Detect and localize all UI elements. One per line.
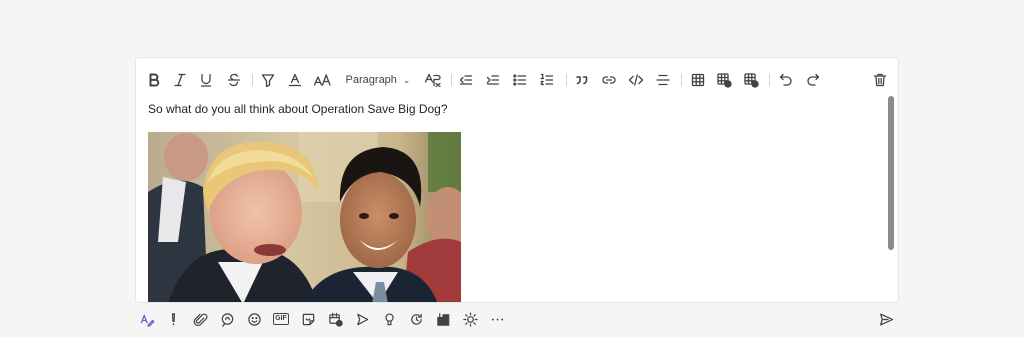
- updates-icon[interactable]: [406, 309, 426, 329]
- toolbar-divider: [252, 74, 253, 86]
- undo-icon[interactable]: [778, 68, 794, 92]
- compose-actions-bar: GIF: [0, 309, 1024, 329]
- numbered-list-icon[interactable]: [539, 68, 555, 92]
- underline-icon[interactable]: [198, 68, 214, 92]
- toolbar-divider: [566, 74, 567, 86]
- attach-icon[interactable]: [190, 309, 210, 329]
- toolbar-divider: [681, 74, 682, 86]
- paragraph-style-label: Paragraph: [345, 74, 397, 86]
- bulleted-list-icon[interactable]: [512, 68, 528, 92]
- italic-icon[interactable]: [172, 68, 188, 92]
- toolbar-divider: [769, 74, 770, 86]
- gif-label: GIF: [273, 313, 289, 325]
- clear-formatting-icon[interactable]: [424, 68, 442, 92]
- loop-icon[interactable]: [217, 309, 237, 329]
- more-options-icon[interactable]: [487, 309, 507, 329]
- sticker-icon[interactable]: [298, 309, 318, 329]
- scrollbar-thumb[interactable]: [888, 96, 894, 250]
- approvals-icon[interactable]: [433, 309, 453, 329]
- decrease-indent-icon[interactable]: [458, 68, 474, 92]
- font-size-icon[interactable]: [313, 68, 331, 92]
- code-snippet-icon[interactable]: [628, 68, 644, 92]
- message-composer[interactable]: Paragraph ⌄ So what do you all think abo…: [135, 57, 899, 303]
- formatting-toolbar: Paragraph ⌄: [136, 68, 898, 92]
- schedule-meeting-icon[interactable]: [325, 309, 345, 329]
- delete-table-icon[interactable]: [743, 68, 759, 92]
- chevron-down-icon: ⌄: [402, 74, 411, 85]
- delete-icon[interactable]: [872, 68, 888, 92]
- attached-photo[interactable]: [148, 132, 461, 302]
- redo-icon[interactable]: [805, 68, 821, 92]
- send-icon[interactable]: [876, 309, 896, 329]
- horizontal-rule-icon[interactable]: [655, 68, 671, 92]
- praise-icon[interactable]: [379, 309, 399, 329]
- quote-icon[interactable]: [574, 68, 590, 92]
- photo-image: [148, 132, 461, 302]
- format-icon[interactable]: [137, 309, 157, 329]
- insert-table-icon[interactable]: [690, 68, 706, 92]
- insert-row-icon[interactable]: [716, 68, 732, 92]
- font-color-icon[interactable]: [287, 68, 303, 92]
- emoji-icon[interactable]: [244, 309, 264, 329]
- stream-icon[interactable]: [352, 309, 372, 329]
- increase-indent-icon[interactable]: [485, 68, 501, 92]
- brightness-icon[interactable]: [460, 309, 480, 329]
- paragraph-style-dropdown[interactable]: Paragraph ⌄: [345, 68, 411, 92]
- strikethrough-icon[interactable]: [226, 68, 242, 92]
- important-icon[interactable]: [163, 309, 183, 329]
- highlight-icon[interactable]: [260, 68, 276, 92]
- gif-icon[interactable]: GIF: [271, 309, 291, 329]
- bold-icon[interactable]: [146, 68, 162, 92]
- toolbar-divider: [451, 74, 452, 86]
- link-icon[interactable]: [601, 68, 617, 92]
- message-body-text[interactable]: So what do you all think about Operation…: [148, 102, 448, 116]
